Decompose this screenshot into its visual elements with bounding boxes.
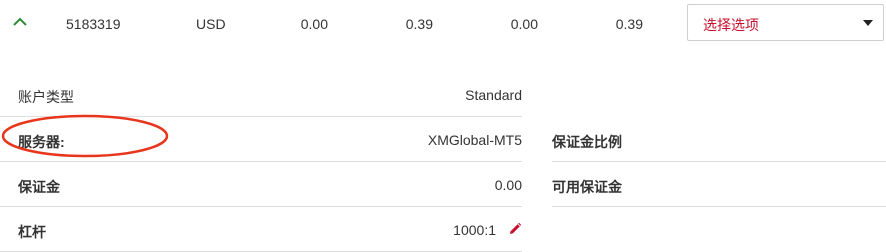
account-type-label: 账户类型 <box>18 89 74 105</box>
detail-row-free-margin: 可用保证金 <box>552 162 886 207</box>
server-value: XMGlobal-MT5 <box>427 132 522 148</box>
detail-row-margin-level: 保证金比例 <box>552 117 886 162</box>
options-select[interactable]: 选择选项 <box>687 4 884 41</box>
detail-row-margin: 保证金 0.00 <box>0 162 522 207</box>
leverage-label: 杠杆 <box>18 224 46 240</box>
detail-row-account-type: 账户类型 Standard <box>0 72 522 117</box>
summary-value-3: 0.00 <box>510 16 538 32</box>
server-label: 服务器: <box>18 134 65 150</box>
summary-value-4: 0.39 <box>615 16 643 32</box>
summary-value-2: 0.39 <box>405 16 433 32</box>
margin-label: 保证金 <box>18 179 60 195</box>
detail-row-server: 服务器: XMGlobal-MT5 <box>0 117 522 162</box>
margin-level-label: 保证金比例 <box>552 134 622 150</box>
summary-value-1: 0.00 <box>300 16 328 32</box>
currency: USD <box>196 16 226 32</box>
chevron-up-icon[interactable] <box>10 12 30 32</box>
free-margin-label: 可用保证金 <box>552 179 622 195</box>
account-id: 5183319 <box>66 16 121 32</box>
caret-down-icon <box>863 20 873 26</box>
margin-value: 0.00 <box>494 177 522 193</box>
pencil-icon[interactable] <box>508 222 522 236</box>
leverage-value: 1000:1 <box>453 222 496 238</box>
account-type-value: Standard <box>465 87 522 103</box>
account-summary-row: 5183319 USD 0.00 0.39 0.00 0.39 选择选项 <box>0 0 886 48</box>
select-label: 选择选项 <box>703 17 759 33</box>
detail-row-leverage: 杠杆 1000:1 <box>0 207 522 252</box>
